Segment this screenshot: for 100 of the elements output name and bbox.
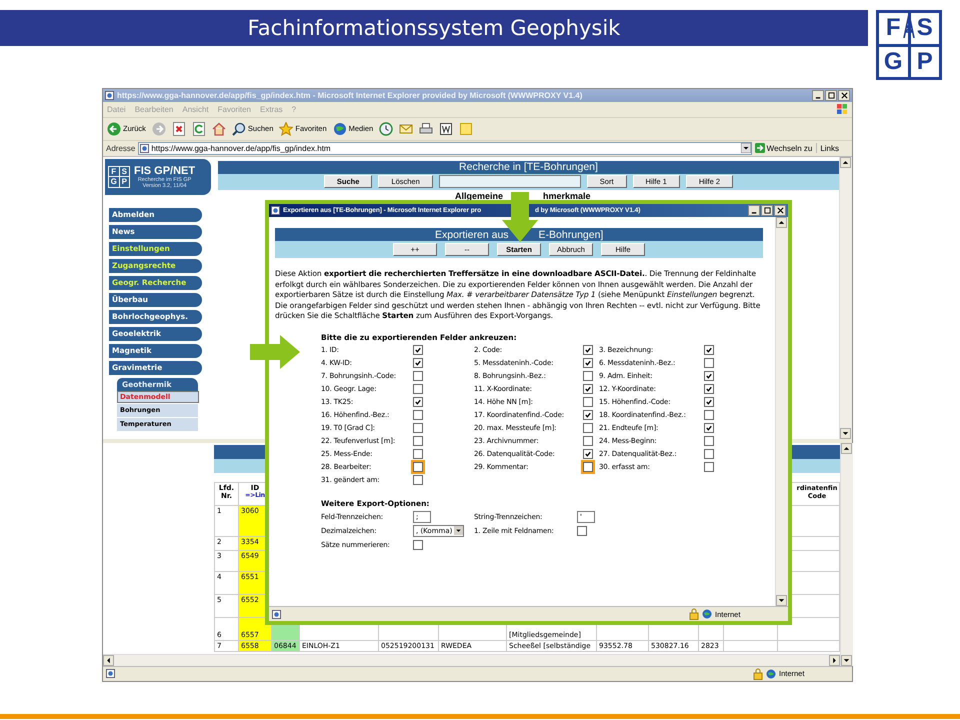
maximize-icon xyxy=(828,92,834,99)
checkbox[interactable] xyxy=(413,410,423,420)
edit-icon xyxy=(439,122,454,136)
windows-logo-icon xyxy=(836,103,848,116)
home-icon xyxy=(212,122,226,136)
media-icon xyxy=(332,122,347,136)
checkmark-icon xyxy=(584,450,592,458)
checkbox[interactable] xyxy=(704,436,714,446)
checkbox[interactable] xyxy=(413,345,423,355)
page-icon xyxy=(271,206,280,215)
checkbox[interactable] xyxy=(413,436,423,446)
logo-letter: F xyxy=(879,13,908,44)
logo-letter: G xyxy=(879,46,908,77)
checkbox[interactable] xyxy=(413,540,423,550)
minimize-button[interactable] xyxy=(812,90,824,101)
checkmark-icon xyxy=(705,346,713,354)
logo-letter: G xyxy=(109,177,118,187)
checkbox[interactable] xyxy=(413,397,423,407)
page-icon xyxy=(272,610,281,618)
address-field[interactable]: https://www.gga-hannover.de/app/fis_gp/index.htm xyxy=(138,142,752,155)
mail-icon xyxy=(399,122,414,136)
stop-button[interactable] xyxy=(172,122,186,136)
derrick-icon xyxy=(903,14,915,38)
scrollbar[interactable] xyxy=(775,217,788,606)
mail-button[interactable] xyxy=(399,122,414,136)
edit-button[interactable] xyxy=(439,122,454,136)
close-button[interactable] xyxy=(838,90,850,101)
maximize-button[interactable] xyxy=(761,205,773,216)
go-button[interactable]: Wechseln zu xyxy=(754,143,818,154)
app-name: FIS GP/NET xyxy=(134,164,196,177)
slide-title: Fachinformationssystem Geophysik xyxy=(248,16,620,40)
checkbox[interactable] xyxy=(704,462,714,472)
search-icon xyxy=(232,122,246,136)
stop-icon xyxy=(172,122,186,136)
checkmark-icon xyxy=(584,411,592,419)
forward-icon xyxy=(152,122,166,136)
scroll-up-icon[interactable] xyxy=(840,156,851,168)
dialog-heading: E-Bohrungen] xyxy=(538,228,604,240)
checkbox[interactable] xyxy=(583,436,593,446)
scroll-down-icon[interactable] xyxy=(841,654,852,666)
checkbox[interactable] xyxy=(704,423,714,433)
minimize-button[interactable] xyxy=(748,205,760,216)
checkbox[interactable] xyxy=(413,449,423,459)
checkbox[interactable] xyxy=(583,397,593,407)
maximize-button[interactable] xyxy=(825,90,837,101)
section-heading: hmerkmale xyxy=(543,190,591,201)
history-button[interactable] xyxy=(379,122,394,136)
history-icon xyxy=(379,122,394,136)
maximize-icon xyxy=(764,207,770,214)
scroll-down-icon[interactable] xyxy=(776,595,787,606)
close-icon xyxy=(840,92,848,99)
refresh-icon xyxy=(192,122,206,136)
checkbox[interactable] xyxy=(704,345,714,355)
scroll-down-icon[interactable] xyxy=(840,428,851,439)
lock-icon xyxy=(689,608,699,620)
checkbox[interactable] xyxy=(583,345,593,355)
checkmark-icon xyxy=(584,385,592,393)
window-title: https://www.gga-hannover.de/app/fis_gp/index.htm - Microsoft Internet Explorer provided by Microsoft (WWWPROXY V1.4) xyxy=(117,90,584,100)
checkbox[interactable] xyxy=(413,371,423,381)
checkbox[interactable] xyxy=(413,475,423,485)
logo-letter: P xyxy=(910,46,939,77)
checkbox[interactable] xyxy=(583,358,593,368)
scrollbar[interactable] xyxy=(840,442,853,666)
links-button[interactable]: Links xyxy=(820,144,849,153)
checkbox[interactable] xyxy=(704,371,714,381)
checkbox[interactable] xyxy=(577,526,587,536)
section-heading: Allgemeine xyxy=(455,190,504,201)
search-field[interactable] xyxy=(438,175,581,188)
scroll-up-icon[interactable] xyxy=(841,442,852,454)
logo-letter: P xyxy=(120,177,129,187)
scroll-up-icon[interactable] xyxy=(776,217,787,228)
notes-icon xyxy=(459,122,474,136)
lock-icon xyxy=(753,668,763,680)
print-button[interactable] xyxy=(419,122,434,136)
checkbox[interactable] xyxy=(583,423,593,433)
page-heading: Recherche in [TE-Bohrungen] xyxy=(459,161,598,174)
checkbox[interactable] xyxy=(583,371,593,381)
checkbox[interactable] xyxy=(413,423,423,433)
arrow-right-icon xyxy=(754,143,765,154)
checkbox[interactable] xyxy=(704,397,714,407)
print-icon xyxy=(419,122,434,136)
scrollbar[interactable] xyxy=(103,654,840,666)
checkbox[interactable] xyxy=(413,384,423,394)
home-button[interactable] xyxy=(212,122,226,136)
scrollbar[interactable] xyxy=(839,156,852,439)
dropdown-icon[interactable] xyxy=(740,143,751,154)
caret-icon[interactable] xyxy=(454,526,464,535)
checkbox[interactable] xyxy=(704,410,714,420)
scroll-left-icon[interactable] xyxy=(103,654,114,666)
scroll-right-icon[interactable] xyxy=(829,654,840,666)
refresh-button[interactable] xyxy=(192,122,206,136)
checkbox[interactable] xyxy=(704,384,714,394)
logo-letter: S xyxy=(910,13,939,44)
checkbox[interactable] xyxy=(583,384,593,394)
checkbox[interactable] xyxy=(583,449,593,459)
checkbox[interactable] xyxy=(583,410,593,420)
checkbox[interactable] xyxy=(704,358,714,368)
close-button[interactable] xyxy=(774,205,786,216)
checkbox[interactable] xyxy=(704,449,714,459)
checkbox[interactable] xyxy=(413,358,423,368)
